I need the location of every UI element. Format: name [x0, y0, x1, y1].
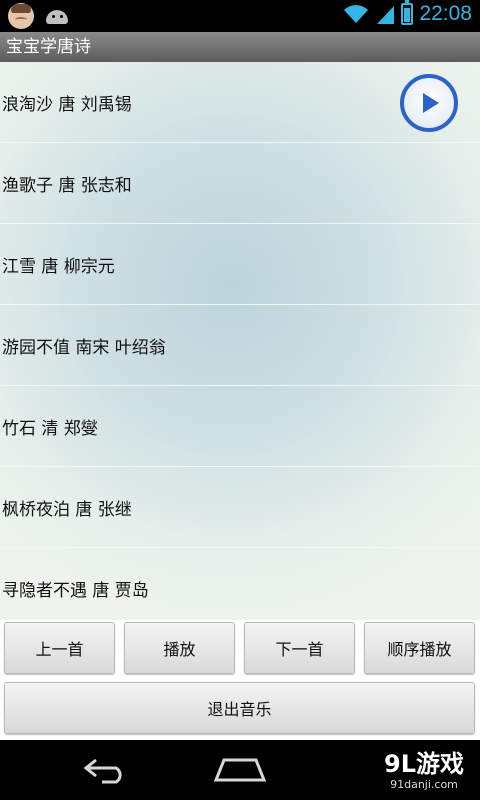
notification-icons: [8, 3, 70, 29]
poem-title: 游园不值 南宋 叶绍翁: [2, 337, 166, 358]
status-time: 22:08: [419, 2, 472, 25]
play-button[interactable]: 播放: [124, 622, 235, 674]
watermark-main: 9L游戏: [384, 750, 464, 778]
poem-title: 浪淘沙 唐 刘禹锡: [2, 94, 132, 115]
next-button[interactable]: 下一首: [244, 622, 355, 674]
poem-item[interactable]: 竹石 清 郑燮: [0, 386, 480, 467]
signal-icon: [377, 6, 395, 24]
poem-item[interactable]: 浪淘沙 唐 刘禹锡: [0, 62, 480, 143]
poem-list-area: 浪淘沙 唐 刘禹锡 渔歌子 唐 张志和 江雪 唐 柳宗元 游园不值 南宋 叶绍翁…: [0, 62, 480, 620]
poem-item[interactable]: 江雪 唐 柳宗元: [0, 224, 480, 305]
poem-item[interactable]: 寻隐者不遇 唐 贾岛: [0, 548, 480, 620]
watermark-logo: 9L游戏 91danji.com: [384, 750, 464, 792]
poem-title: 寻隐者不遇 唐 贾岛: [2, 581, 149, 601]
home-icon[interactable]: [214, 758, 266, 782]
poem-title: 枫桥夜泊 唐 张继: [2, 499, 132, 520]
navigation-bar: 9L游戏 91danji.com: [0, 740, 480, 800]
poem-title: 江雪 唐 柳宗元: [2, 256, 115, 277]
play-icon[interactable]: [400, 74, 458, 132]
exit-music-button[interactable]: 退出音乐: [4, 682, 475, 734]
wifi-icon: [344, 5, 369, 23]
poem-item[interactable]: 游园不值 南宋 叶绍翁: [0, 305, 480, 386]
battery-icon: [401, 0, 414, 25]
poem-title: 渔歌子 唐 张志和: [2, 175, 132, 196]
back-icon[interactable]: [82, 756, 130, 784]
status-bar: 22:08: [0, 0, 480, 32]
watermark-sub: 91danji.com: [390, 778, 458, 791]
poem-list: 浪淘沙 唐 刘禹锡 渔歌子 唐 张志和 江雪 唐 柳宗元 游园不值 南宋 叶绍翁…: [0, 62, 480, 620]
android-icon: [44, 8, 70, 28]
sequential-play-button[interactable]: 顺序播放: [364, 622, 475, 674]
baby-avatar-icon: [8, 3, 34, 29]
system-icons: 22:08: [343, 0, 472, 26]
poem-item[interactable]: 渔歌子 唐 张志和: [0, 143, 480, 224]
poem-title: 竹石 清 郑燮: [2, 418, 98, 439]
previous-button[interactable]: 上一首: [4, 622, 115, 674]
playback-controls: 上一首 播放 下一首 顺序播放 退出音乐: [0, 620, 480, 740]
app-title: 宝宝学唐诗: [0, 32, 480, 62]
poem-item[interactable]: 枫桥夜泊 唐 张继: [0, 467, 480, 548]
